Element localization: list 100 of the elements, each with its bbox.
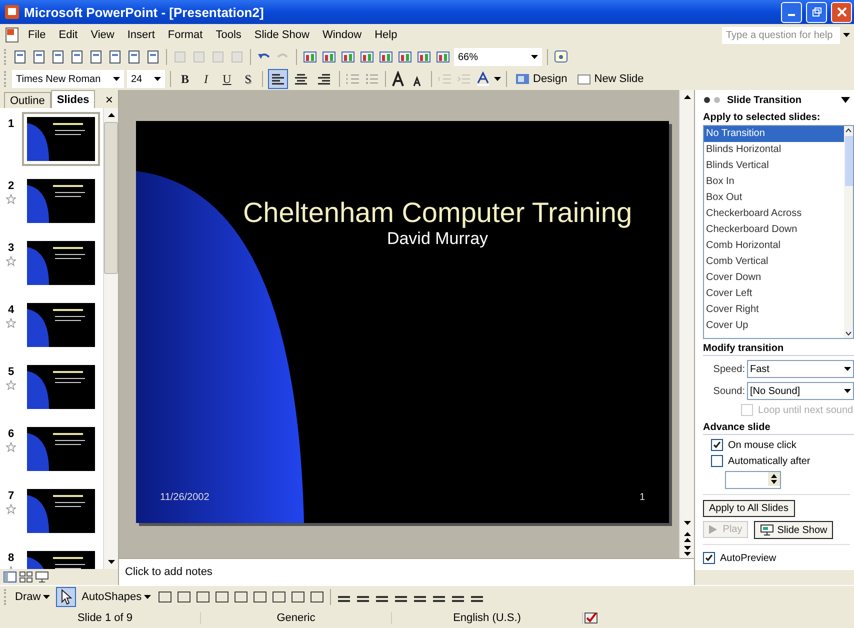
- checkbox-label: Automatically after: [728, 456, 810, 466]
- scrollbar[interactable]: [844, 126, 853, 338]
- transition-item[interactable]: Checkerboard Down: [704, 222, 844, 238]
- dropdown-arrow-icon[interactable]: [844, 367, 851, 371]
- transition-item[interactable]: Box In: [704, 174, 844, 190]
- menu-item[interactable]: Format: [162, 29, 208, 41]
- menu-item[interactable]: Tools: [210, 29, 246, 41]
- back-forward-icon[interactable]: [703, 95, 723, 105]
- scroll-thumb[interactable]: [844, 136, 852, 186]
- slide-canvas[interactable]: Cheltenham Computer Training David Murray 11/26/2002 1: [136, 121, 669, 523]
- section-heading: Apply to selected slides:: [703, 112, 822, 123]
- font-style-button[interactable]: S: [239, 70, 257, 88]
- close-icon[interactable]: [836, 7, 846, 17]
- new-slide-icon[interactable]: [576, 72, 592, 86]
- status-text: Generic: [201, 612, 392, 624]
- design-button[interactable]: Design: [512, 69, 570, 89]
- menu-item[interactable]: Help: [370, 29, 402, 41]
- menu-item[interactable]: File: [23, 29, 51, 41]
- dropdown-arrow-icon[interactable]: [113, 77, 120, 81]
- projector-screen-icon[interactable]: [35, 571, 49, 583]
- dropdown-arrow-icon[interactable]: [844, 389, 851, 393]
- checkbox[interactable]: [711, 455, 723, 467]
- next-slide-icon[interactable]: [684, 544, 690, 558]
- design-icon[interactable]: [515, 72, 531, 86]
- close-pane-button[interactable]: ×: [100, 90, 118, 108]
- minimize-button[interactable]: [781, 2, 802, 22]
- speed-dropdown[interactable]: Fast: [747, 360, 854, 378]
- increase-font-icon[interactable]: [391, 71, 407, 87]
- scrollbar[interactable]: [679, 90, 694, 558]
- time-spinner[interactable]: [725, 471, 781, 489]
- autoshapes-menu-button[interactable]: AutoShapes: [78, 587, 154, 607]
- transition-item[interactable]: Cover Up: [704, 318, 844, 334]
- font-dropdown[interactable]: Times New Roman: [12, 70, 124, 88]
- slide-number: 1: [8, 118, 14, 130]
- transition-item[interactable]: Comb Horizontal: [704, 238, 844, 254]
- help-icon[interactable]: [553, 49, 569, 65]
- menu-item[interactable]: Window: [317, 29, 367, 41]
- transition-item[interactable]: Blinds Horizontal: [704, 142, 844, 158]
- new-slide-button[interactable]: New Slide: [573, 69, 647, 89]
- align-icon[interactable]: [317, 73, 331, 85]
- previous-slide-icon[interactable]: [684, 530, 690, 544]
- dropdown-arrow-icon[interactable]: [843, 33, 850, 37]
- checkbox[interactable]: [703, 552, 715, 564]
- dropdown-arrow-icon[interactable]: [494, 77, 501, 81]
- transition-item[interactable]: Blinds Vertical: [704, 158, 844, 174]
- align-icon[interactable]: [271, 73, 285, 85]
- spinner-arrows-icon[interactable]: [768, 472, 780, 486]
- checkbox[interactable]: [711, 439, 723, 451]
- menu-item[interactable]: View: [86, 29, 120, 41]
- slide-subtitle[interactable]: David Murray: [386, 229, 488, 249]
- restore-button[interactable]: [806, 2, 827, 22]
- zoom-dropdown[interactable]: 66%: [454, 48, 542, 66]
- scroll-thumb[interactable]: [104, 122, 118, 274]
- projector-screen-icon[interactable]: [760, 524, 774, 536]
- transition-item[interactable]: No Transition: [704, 126, 844, 142]
- font-style-button[interactable]: B: [176, 70, 194, 88]
- menu-item[interactable]: Slide Show: [249, 29, 314, 41]
- dropdown-arrow-icon[interactable]: [154, 77, 161, 81]
- align-icon[interactable]: [294, 73, 308, 85]
- transition-item[interactable]: Box Out: [704, 190, 844, 206]
- font-style-button[interactable]: U: [218, 70, 236, 88]
- transition-item[interactable]: Comb Vertical: [704, 254, 844, 270]
- pointer-icon[interactable]: [56, 587, 76, 607]
- dropdown-arrow-icon[interactable]: [144, 595, 151, 599]
- rectangle-icon[interactable]: [194, 589, 211, 605]
- menu-item[interactable]: Edit: [54, 29, 83, 41]
- pane-menu-icon[interactable]: [841, 97, 850, 103]
- transition-item[interactable]: Cover Right: [704, 302, 844, 318]
- slide-page-number: 1: [639, 492, 645, 503]
- draw-menu-button[interactable]: Draw: [12, 587, 53, 607]
- chart-icon[interactable]: [302, 49, 318, 65]
- scrollbar[interactable]: [103, 108, 118, 569]
- slide-title[interactable]: Cheltenham Computer Training: [242, 197, 632, 229]
- transition-list[interactable]: No Transition Blinds Horizontal Blinds Vertical Box In Box Out Checkerboard Across Checkerboard Down Comb Horizontal Comb Vertical Cover Down Cover Left Cover Right Cover Up: [703, 125, 854, 339]
- font-size-dropdown[interactable]: 24: [127, 70, 165, 88]
- transition-item[interactable]: Cover Down: [704, 270, 844, 286]
- slide-number: 3: [8, 242, 14, 254]
- close-button[interactable]: [831, 2, 852, 22]
- pane-tab[interactable]: Outline: [4, 92, 51, 108]
- slide-thumbnail[interactable]: [22, 112, 100, 166]
- slide-sorter-icon[interactable]: [19, 571, 33, 583]
- status-text: Slide 1 of 9: [10, 612, 201, 624]
- font-style-button[interactable]: I: [197, 70, 215, 88]
- dropdown-arrow-icon[interactable]: [531, 55, 538, 59]
- normal-view-icon[interactable]: [3, 571, 17, 583]
- help-search-field[interactable]: Type a question for help: [722, 26, 840, 44]
- apply-to-all-button[interactable]: Apply to All Slides: [703, 500, 794, 517]
- transition-item[interactable]: Cover Left: [704, 286, 844, 302]
- sound-dropdown[interactable]: [No Sound]: [747, 382, 854, 400]
- app-icon: [4, 4, 20, 20]
- restore-icon[interactable]: [812, 7, 822, 17]
- pane-tab[interactable]: Slides: [50, 90, 96, 108]
- status-text: English (U.S.): [392, 612, 583, 624]
- slide-show-button[interactable]: Slide Show: [754, 521, 834, 539]
- menu-item[interactable]: Insert: [122, 29, 160, 41]
- new-document-icon[interactable]: [12, 49, 28, 65]
- align-button[interactable]: [268, 69, 288, 89]
- transition-item[interactable]: Checkerboard Across: [704, 206, 844, 222]
- dropdown-arrow-icon[interactable]: [42, 595, 50, 599]
- checkbox-label: On mouse click: [728, 440, 796, 450]
